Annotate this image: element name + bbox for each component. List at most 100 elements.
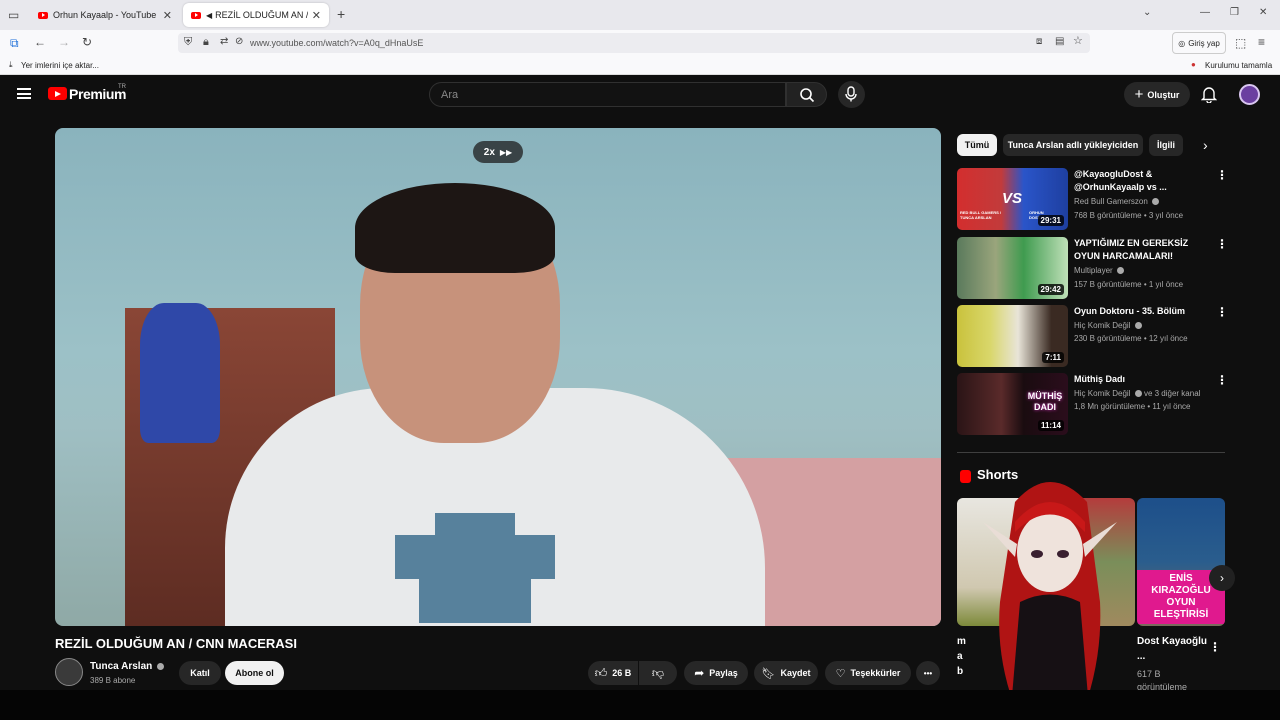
address-bar[interactable]: ⛨ 🔒︎ ⇄ ⊘ www.youtube.com/watch?v=A0q_dHn… — [178, 33, 1090, 53]
extensions-icon[interactable]: ⬚ — [1235, 37, 1246, 49]
recommendation-meta: 230 B görüntüleme • 12 yıl önce — [1074, 334, 1188, 343]
import-bookmarks-link[interactable]: Yer imlerini içe aktar... — [21, 61, 99, 70]
recommendation-title[interactable]: YAPTIĞIMIZ EN GEREKSİZ OYUN HARCAMALARI! — [1074, 237, 1214, 263]
recommendation-channel[interactable]: Red Bull Gamerszon — [1074, 197, 1160, 206]
restore-icon[interactable]: ❐ — [1230, 8, 1239, 18]
logo-country: TR — [118, 84, 126, 90]
chip-label: Tümü — [964, 140, 990, 150]
close-icon[interactable]: ✕ — [163, 9, 172, 22]
shield-icon[interactable]: ⛨ — [184, 37, 192, 48]
video-title: REZİL OLDUĞUM AN / CNN MACERASI — [55, 636, 297, 651]
like-button[interactable]: 👍︎ 26 B — [588, 661, 638, 685]
window-close-icon[interactable]: ✕ — [1259, 8, 1267, 18]
recommendation-item[interactable]: 7:11 Oyun Doktoru - 35. Bölüm Hiç Komik … — [957, 305, 1228, 367]
search-button[interactable] — [786, 82, 827, 107]
more-vert-icon[interactable]: ⋮ — [1209, 640, 1221, 654]
tab-current-video[interactable]: ◀ REZİL OLDUĞUM AN / CNN ✕ — [183, 3, 329, 27]
sidebar-toggle-icon[interactable]: ⧉ — [10, 37, 19, 49]
recommendation-item[interactable]: RED BULL GAMERS / TUNCA ARSLAN VS ORHUN … — [957, 168, 1228, 230]
login-button[interactable]: ◎ Giriş yap — [1172, 32, 1226, 54]
voice-search-button[interactable] — [838, 81, 865, 108]
playback-speed-indicator: 2x ▶▶ — [473, 141, 523, 163]
short-title[interactable]: Dost Kayaoğlu ... — [1137, 634, 1207, 664]
thumbnail-text: MÜTHİŞ DADI — [1027, 391, 1063, 412]
lock-icon[interactable]: 🔒︎ — [203, 37, 209, 48]
video-thumbnail[interactable]: RED BULL GAMERS / TUNCA ARSLAN VS ORHUN … — [957, 168, 1068, 230]
recommendation-channel[interactable]: Hiç Komik Değil ve 3 diğer kanal — [1074, 389, 1200, 398]
more-vert-icon[interactable]: ⋮ — [1216, 168, 1228, 182]
recommendation-item[interactable]: MÜTHİŞ DADI 11:14 Müthiş Dadı Hiç Komik … — [957, 373, 1228, 435]
recommendation-item[interactable]: 29:42 YAPTIĞIMIZ EN GEREKSİZ OYUN HARCAM… — [957, 237, 1228, 299]
tab-orhun-kayaalp[interactable]: Orhun Kayaalp - YouTube ✕ — [30, 3, 180, 27]
video-thumbnail[interactable]: 7:11 — [957, 305, 1068, 367]
forward-arrow-icon[interactable]: → — [58, 36, 70, 48]
chevron-right-icon[interactable]: › — [1209, 565, 1235, 591]
short-thumbnail[interactable]: ENİS KIRAZOĞLU OYUN ELEŞTİRİSİ — [1137, 498, 1225, 626]
recommendation-channel[interactable]: Hiç Komik Değil — [1074, 321, 1142, 330]
channel-name-text: Tunca Arslan — [90, 661, 153, 672]
account-icon: ◎ — [1178, 38, 1186, 48]
dislike-button[interactable]: 👎︎ — [639, 661, 677, 685]
search-icon — [800, 88, 815, 103]
search-input[interactable]: Ara — [429, 82, 786, 107]
minimize-icon[interactable]: — — [1200, 8, 1210, 18]
autoplay-blocked-icon[interactable]: ⊘ — [235, 37, 243, 47]
create-button[interactable]: + Oluştur — [1124, 82, 1190, 107]
speaker-icon[interactable]: ◀ — [206, 11, 212, 20]
video-frame-toy — [140, 303, 220, 443]
chip-from-uploader[interactable]: Tunca Arslan adlı yükleyiciden — [1003, 134, 1143, 156]
shorts-logo-icon — [960, 470, 971, 483]
bookmark-star-icon[interactable]: ☆ — [1073, 36, 1083, 47]
recommendation-title[interactable]: Oyun Doktoru - 35. Bölüm — [1074, 305, 1214, 318]
menu-icon[interactable]: ≡ — [1258, 36, 1265, 48]
chip-all[interactable]: Tümü — [957, 134, 997, 156]
duration-badge: 29:42 — [1037, 284, 1064, 295]
speed-value: 2x — [483, 146, 495, 158]
chevron-down-icon[interactable]: ⌄ — [1143, 8, 1151, 18]
hamburger-menu-icon[interactable] — [17, 88, 31, 99]
browser-tab-bar: ▭ Orhun Kayaalp - YouTube ✕ ◀ REZİL OLDU… — [0, 0, 1280, 30]
reload-icon[interactable]: ↻ — [82, 36, 92, 48]
super-thanks-icon: ♡ — [835, 667, 846, 680]
tab-list-icon[interactable]: ▭ — [8, 9, 19, 21]
channel-name[interactable]: Tunca Arslan — [90, 661, 165, 672]
short-title[interactable]: ma b — [957, 634, 971, 679]
thumbnail-vs-text: VS — [1002, 190, 1023, 207]
share-button[interactable]: ➦ Paylaş — [684, 661, 748, 685]
save-button[interactable]: 🔖︎ Kaydet — [754, 661, 818, 685]
recommendation-title[interactable]: @KayaogluDost & @OrhunKayaalp vs ... — [1074, 168, 1214, 194]
chip-label: İlgili — [1157, 140, 1175, 150]
more-actions-button[interactable]: ••• — [916, 661, 940, 685]
permissions-icon[interactable]: ⇄ — [220, 37, 228, 47]
more-vert-icon[interactable]: ⋮ — [1216, 237, 1228, 251]
recommendation-title[interactable]: Müthiş Dadı — [1074, 373, 1214, 386]
channel-avatar[interactable] — [55, 658, 83, 686]
new-tab-button[interactable]: + — [337, 7, 345, 21]
more-vert-icon[interactable]: ⋮ — [1216, 305, 1228, 319]
user-avatar[interactable] — [1239, 84, 1260, 105]
chevron-right-icon[interactable]: › — [1203, 137, 1208, 153]
share-label: Paylaş — [709, 668, 738, 678]
save-label: Kaydet — [780, 668, 811, 678]
more-vert-icon[interactable]: ⋮ — [1216, 373, 1228, 387]
thanks-button[interactable]: ♡ Teşekkürler — [825, 661, 911, 685]
back-arrow-icon[interactable]: ← — [34, 36, 46, 48]
reader-view-icon[interactable]: ▤ — [1055, 37, 1064, 47]
join-button[interactable]: Katıl — [179, 661, 221, 685]
recommendation-meta: 768 B görüntüleme • 3 yıl önce — [1074, 211, 1184, 220]
notifications-bell-icon[interactable] — [1201, 85, 1217, 103]
setup-link[interactable]: Kurulumu tamamla — [1205, 61, 1272, 70]
youtube-logo-icon[interactable] — [48, 87, 67, 100]
picture-in-picture-icon[interactable]: ⧈ — [1036, 37, 1042, 47]
recommendation-channel[interactable]: Multiplayer — [1074, 266, 1124, 275]
video-thumbnail[interactable]: 29:42 — [957, 237, 1068, 299]
video-thumbnail[interactable]: MÜTHİŞ DADI 11:14 — [957, 373, 1068, 435]
chip-related[interactable]: İlgili — [1149, 134, 1183, 156]
subscribe-button[interactable]: Abone ol — [225, 661, 284, 685]
video-player[interactable] — [55, 128, 941, 626]
thumbs-down-icon: 👎︎ — [651, 665, 665, 680]
close-icon[interactable]: ✕ — [312, 9, 321, 22]
verified-check-icon — [1134, 390, 1142, 398]
verified-check-icon — [157, 662, 165, 670]
recommendation-channel-name: Multiplayer — [1074, 266, 1113, 275]
